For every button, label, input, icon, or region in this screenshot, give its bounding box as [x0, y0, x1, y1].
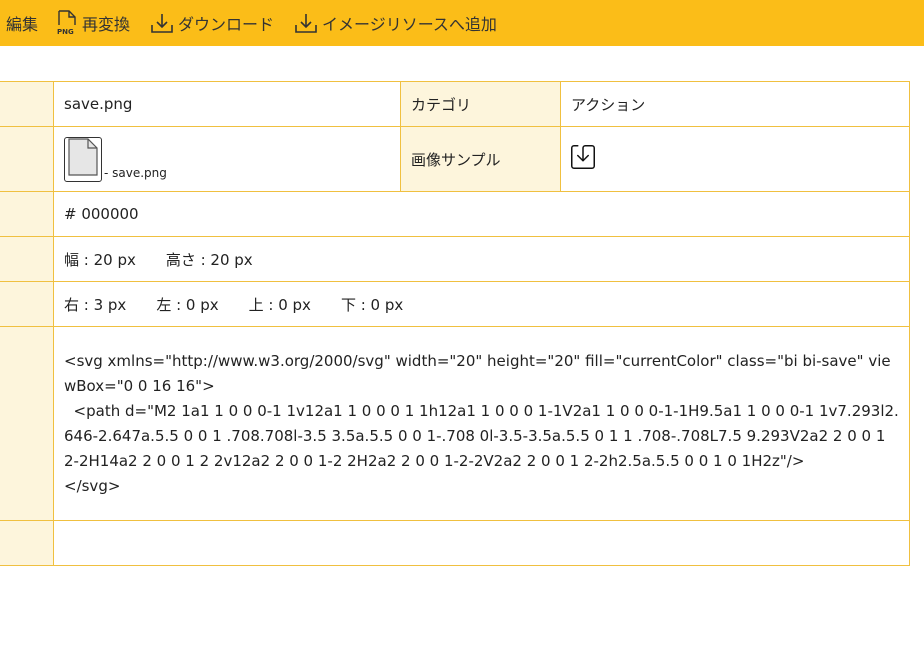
svg-source-code: <svg xmlns="http://www.w3.org/2000/svg" …: [64, 351, 899, 495]
table-row: # 000000: [0, 191, 910, 237]
save-icon: [571, 145, 595, 173]
table-row: <svg xmlns="http://www.w3.org/2000/svg" …: [0, 326, 910, 521]
download-icon: [294, 12, 318, 34]
category-value: アクション: [560, 81, 910, 127]
edit-label: 編集: [6, 15, 39, 34]
download-button[interactable]: ダウンロード: [150, 11, 274, 35]
row-header: [0, 81, 54, 127]
row-header: [0, 126, 54, 192]
thumbnail-caption: - save.png: [104, 165, 167, 180]
row-header: [0, 191, 54, 237]
row-header: [0, 326, 54, 521]
png-file-icon: PNG: [56, 10, 78, 36]
add-resource-button[interactable]: イメージリソースへ追加: [294, 11, 497, 35]
add-resource-label: イメージリソースへ追加: [322, 15, 497, 34]
top-margin: 上 : 0 px: [248, 295, 311, 314]
table-row: [0, 520, 910, 566]
svg-source-cell: <svg xmlns="http://www.w3.org/2000/svg" …: [53, 326, 910, 521]
edit-button[interactable]: 編集: [6, 11, 38, 35]
left-margin: 左 : 0 px: [156, 295, 219, 314]
row-header: [0, 520, 54, 566]
toolbar: 編集 PNG 再変換 ダウンロード イメージリソースへ追加: [0, 0, 924, 46]
thumbnail-cell: - save.png: [53, 126, 401, 192]
row-header: [0, 236, 54, 282]
right-margin: 右 : 3 px: [64, 295, 127, 314]
color-value: # 000000: [53, 191, 910, 237]
file-thumbnail[interactable]: [64, 136, 102, 182]
reconvert-label: 再変換: [82, 15, 131, 34]
sample-cell: [560, 126, 910, 192]
sample-label: 画像サンプル: [400, 126, 561, 192]
margin-cell: 右 : 3 px 左 : 0 px 上 : 0 px 下 : 0 px: [53, 281, 910, 327]
size-cell: 幅 : 20 px 高さ : 20 px: [53, 236, 910, 282]
document-icon: [67, 137, 99, 181]
svg-text:PNG: PNG: [57, 28, 74, 36]
download-label: ダウンロード: [178, 15, 275, 34]
file-info-table: save.png カテゴリ アクション - save.png 画像サンプル # …: [0, 81, 910, 566]
bottom-margin: 下 : 0 px: [340, 295, 404, 314]
table-row: - save.png 画像サンプル: [0, 126, 910, 192]
table-row: 右 : 3 px 左 : 0 px 上 : 0 px 下 : 0 px: [0, 281, 910, 327]
table-row: 幅 : 20 px 高さ : 20 px: [0, 236, 910, 282]
row-header: [0, 281, 54, 327]
width-value: 幅 : 20 px: [64, 250, 136, 269]
category-label: カテゴリ: [400, 81, 561, 127]
file-name: save.png: [53, 81, 401, 127]
download-icon: [150, 12, 174, 34]
table-row: save.png カテゴリ アクション: [0, 81, 910, 127]
empty-cell: [53, 520, 910, 566]
height-value: 高さ : 20 px: [165, 250, 253, 269]
reconvert-button[interactable]: PNG 再変換: [56, 10, 130, 36]
